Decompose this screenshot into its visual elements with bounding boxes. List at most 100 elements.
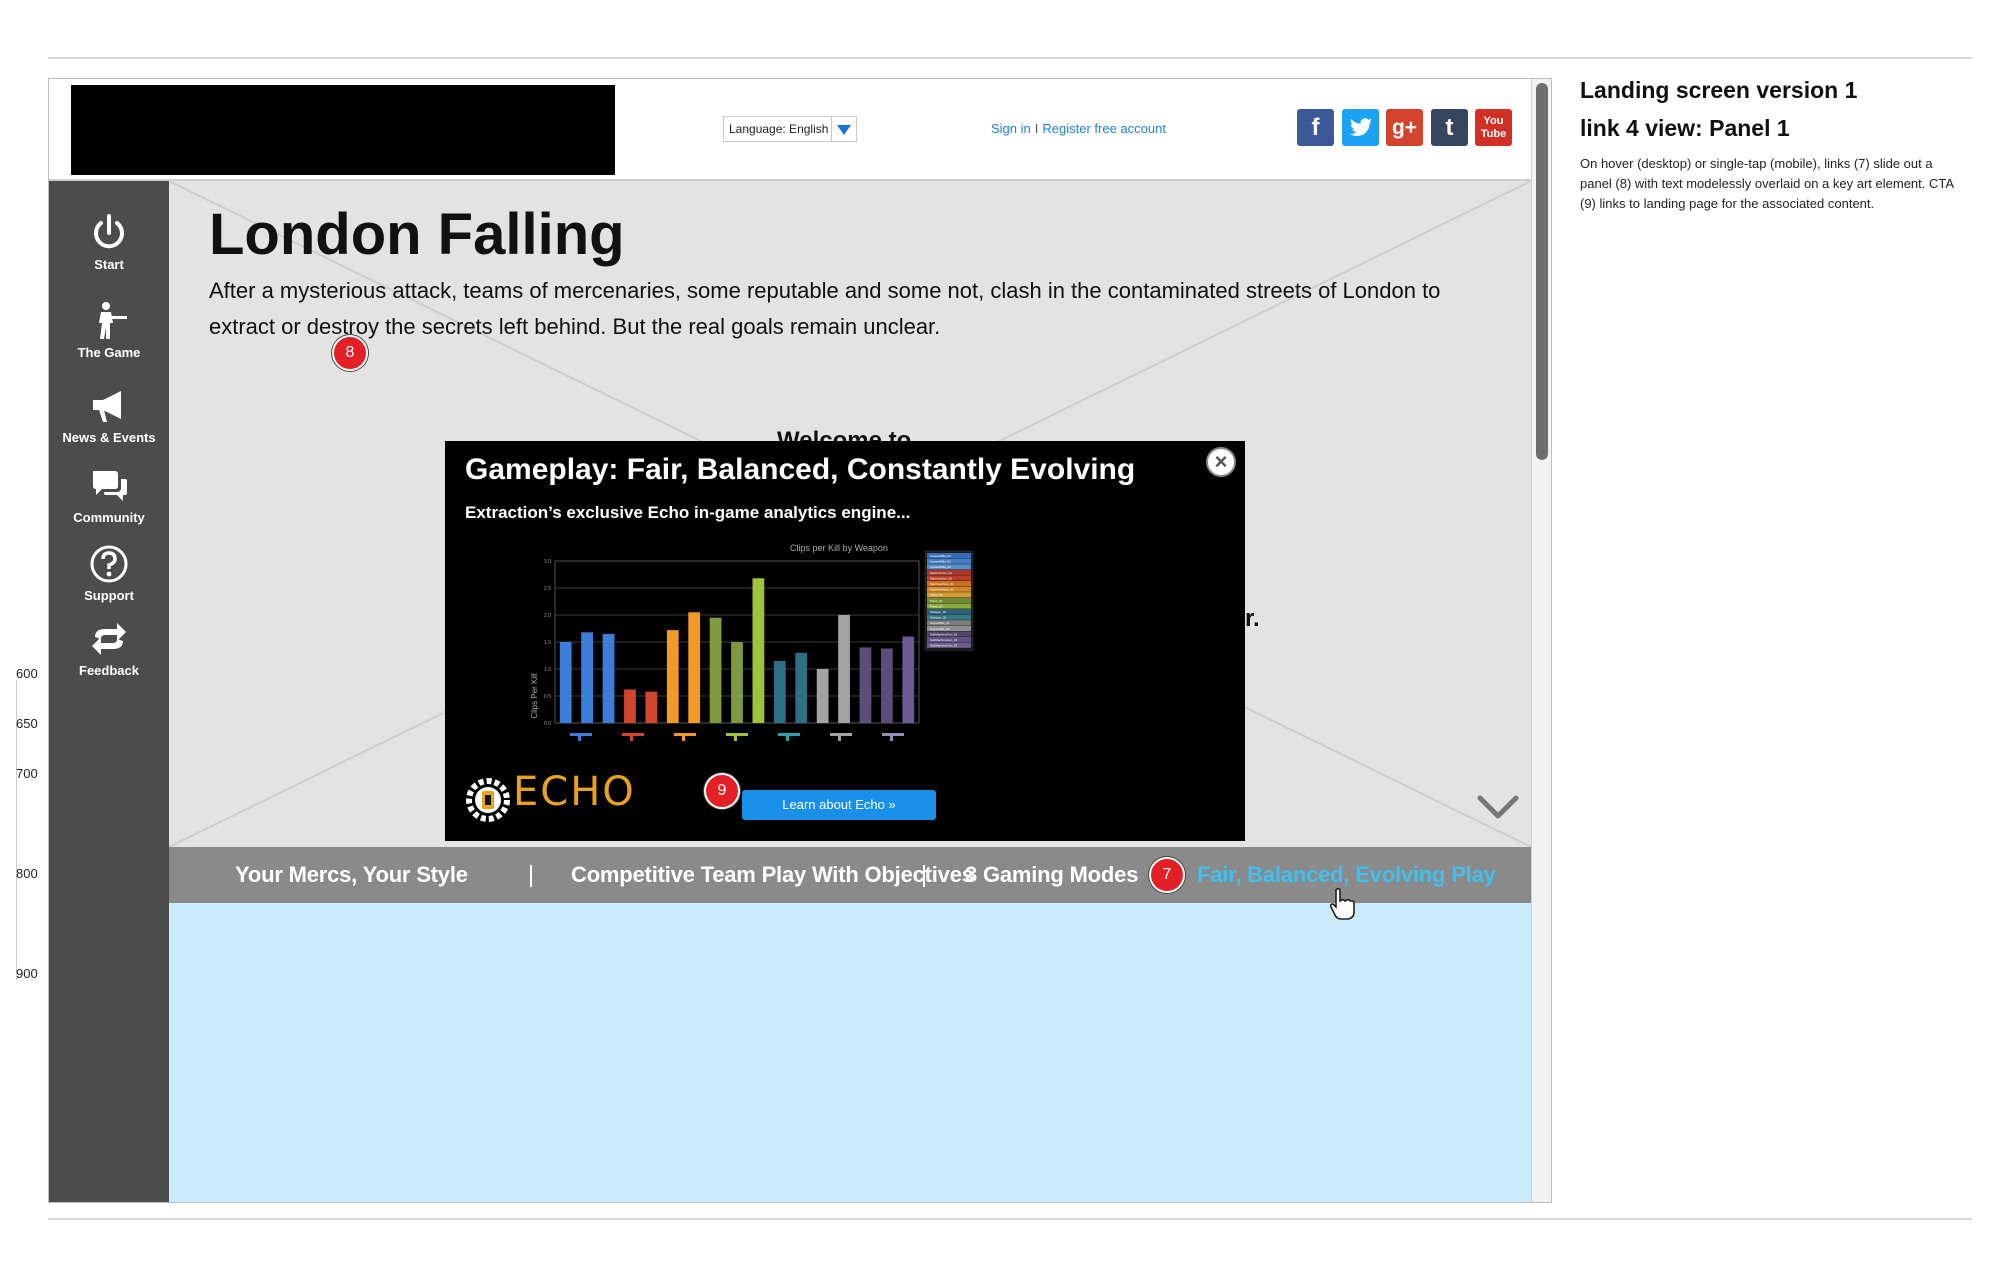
site-logo-redacted[interactable]	[71, 85, 615, 175]
vertical-scrollbar[interactable]	[1531, 79, 1551, 1202]
hero-description: After a mysterious attack, teams of merc…	[209, 278, 1441, 339]
chart-weapon-icons	[570, 733, 904, 741]
annotation-subtitle: link 4 view: Panel 1	[1580, 115, 1790, 141]
sidebar-item-start[interactable]: Start	[49, 213, 169, 272]
megaphone-icon	[93, 391, 121, 422]
annotation-body: On hover (desktop) or single-tap (mobile…	[1580, 156, 1954, 211]
annotation-badge-7: 7	[1149, 857, 1185, 893]
chart-y-tick-label: 2.5	[544, 586, 551, 592]
tumblr-icon[interactable]: t	[1431, 109, 1468, 146]
youtube-icon[interactable]: You Tube	[1475, 109, 1512, 146]
ruler-label: 600	[16, 666, 38, 681]
chart-legend-label: AssaultRifle_01	[930, 554, 951, 558]
sidebar-item-news-events[interactable]: News & Events	[49, 386, 169, 445]
chart-y-tick-label: 0.5	[544, 694, 551, 700]
soldier-icon	[99, 302, 127, 339]
chart-bar	[645, 691, 658, 723]
chevron-down-icon[interactable]	[1477, 795, 1519, 821]
chart-bar	[795, 652, 808, 723]
sidebar-item-label: News & Events	[62, 430, 156, 445]
googleplus-glyph: g+	[1391, 116, 1418, 139]
chart-weapon-grip	[682, 736, 685, 741]
youtube-glyph-bottom: Tube	[1480, 128, 1507, 140]
chart-bar	[773, 660, 786, 723]
echo-logo-text: ECHO	[513, 769, 636, 815]
top-divider	[48, 57, 1972, 59]
twitter-bird-glyph	[1349, 118, 1372, 136]
chart-legend-label: SubMachineGun_02	[930, 638, 958, 642]
chart-weapon-grip	[734, 736, 737, 741]
chart-legend-label: SniperRifle_01	[930, 621, 950, 625]
chart-legend-label: MachineGun_02	[930, 576, 952, 580]
googleplus-icon[interactable]: g+	[1386, 109, 1423, 146]
echo-gear-logo-icon	[466, 778, 510, 822]
clips-per-kill-chart: Clips per Kill by Weapon Clips Per Kill …	[530, 543, 974, 741]
slide-out-panel: Gameplay: Fair, Balanced, Constantly Evo…	[445, 441, 1245, 841]
chart-y-tick-label: 1.0	[544, 667, 551, 673]
chart-bar	[816, 669, 829, 723]
chart-legend-label: MachineGun_01	[930, 571, 952, 575]
tab-gaming-modes[interactable]: 3 Gaming Modes	[965, 847, 1138, 903]
chart-weapon-grip	[786, 736, 789, 741]
sidebar-item-support[interactable]: Support	[49, 544, 169, 603]
content-area	[169, 903, 1531, 1202]
chart-legend-label: AssaultRifle_02	[930, 560, 951, 564]
ruler-label: 900	[16, 966, 38, 981]
register-link[interactable]: Register free account	[1042, 121, 1166, 136]
chart-legend-label: Pistol_03	[930, 604, 943, 608]
sidebar-item-feedback[interactable]: Feedback	[49, 619, 169, 678]
twitter-icon[interactable]: t	[1342, 109, 1379, 146]
sign-in-link[interactable]: Sign in	[991, 121, 1031, 136]
tab-competitive-team-play[interactable]: Competitive Team Play With Objectives	[571, 847, 974, 903]
sidebar-item-the-game[interactable]: The Game	[49, 301, 169, 360]
annotation-badge-8: 8	[332, 335, 368, 371]
ruler-label: 800	[16, 866, 38, 881]
panel-subtitle: Extraction’s exclusive Echo in-game anal…	[465, 503, 911, 522]
learn-about-echo-button[interactable]: Learn about Echo »	[742, 790, 936, 820]
site-header: Language: English Sign in I Register free …	[49, 79, 1531, 181]
chart-y-ticks: 0.0 0.5 1.0 1.5 2.0 2.5 3.0	[544, 559, 551, 727]
chart-y-tick-label: 3.0	[544, 559, 551, 565]
chart-bar	[559, 642, 572, 723]
scrollbar-thumb[interactable]	[1536, 83, 1548, 460]
chart-legend-label: MachinePistol_01	[930, 582, 954, 586]
refresh-arrows-icon	[92, 623, 126, 655]
tab-your-mercs[interactable]: Your Mercs, Your Style	[235, 847, 468, 903]
chart-bar	[731, 642, 743, 723]
chevron-down-icon	[831, 117, 856, 141]
annotation-badge-9: 9	[704, 773, 740, 809]
chart-legend-label: SubMachineGun_03	[930, 644, 958, 648]
chart-weapon-icon	[882, 733, 904, 736]
chart-weapon-icon	[726, 733, 748, 736]
chart-weapon-icon	[830, 733, 852, 736]
annotation-title: Landing screen version 1	[1580, 77, 1858, 103]
chart-title: Clips per Kill by Weapon	[790, 543, 888, 553]
youtube-glyph-top: You	[1483, 115, 1504, 127]
chart-weapon-grip	[838, 736, 841, 741]
chart-y-axis-label: Clips Per Kill	[530, 673, 539, 719]
chart-bar	[624, 689, 636, 723]
tab-separator	[923, 865, 925, 887]
facebook-icon[interactable]: f	[1297, 109, 1334, 146]
chart-y-tick-label: 1.5	[544, 640, 551, 646]
chart-bar	[902, 636, 915, 723]
ruler-label: 650	[16, 716, 38, 731]
close-button[interactable]: ×	[1206, 447, 1236, 477]
sidebar-item-label: The Game	[77, 345, 141, 360]
chart-bar	[688, 612, 701, 723]
chart-legend-label: AssaultRifle_03	[930, 565, 951, 569]
chart-bar	[752, 578, 765, 723]
auth-separator: I	[1034, 121, 1039, 136]
sidebar-item-community[interactable]: Community	[49, 466, 169, 525]
chart-weapon-icon	[778, 733, 800, 736]
panel-title: Gameplay: Fair, Balanced, Constantly Evo…	[465, 453, 1136, 486]
page-title: London Falling	[209, 202, 625, 267]
chat-icon	[93, 471, 127, 501]
facebook-glyph: f	[1311, 114, 1320, 141]
question-icon	[90, 545, 128, 583]
chart-weapon-grip	[630, 736, 633, 741]
annotation-notes: Landing screen version 1 link 4 view: Pa…	[1580, 76, 1960, 214]
tumblr-glyph: t	[1445, 114, 1454, 141]
language-select[interactable]: Language: English	[723, 116, 857, 142]
chart-weapon-icon	[570, 733, 592, 736]
